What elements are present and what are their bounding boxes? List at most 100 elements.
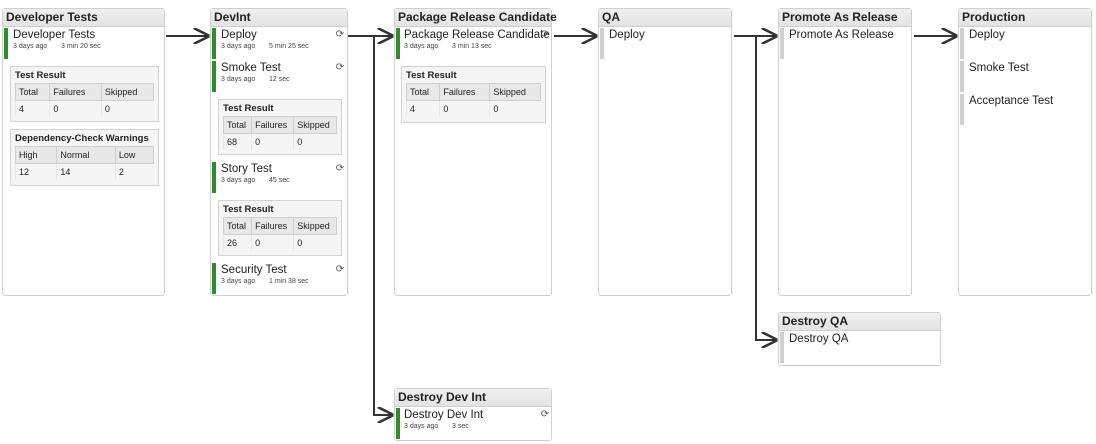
job-ago: 3 days ago xyxy=(13,43,48,50)
job-deploy[interactable]: Deploy xyxy=(600,28,730,59)
job-smoke-test[interactable]: Smoke Test 3 days ago 12 sec ⟳ xyxy=(212,61,346,92)
cell-skipped: 0 xyxy=(293,133,337,150)
job-name[interactable]: Developer Tests xyxy=(13,28,162,42)
stage-title: Destroy QA xyxy=(779,313,940,331)
rebuild-icon[interactable]: ⟳ xyxy=(335,30,345,40)
job-name[interactable]: Story Test xyxy=(221,162,346,176)
job-duration: 3 min 13 sec xyxy=(452,43,492,50)
job-destroy-qa[interactable]: Destroy QA xyxy=(780,332,938,363)
job-name[interactable]: Acceptance Test xyxy=(969,94,1090,108)
rebuild-icon[interactable]: ⟳ xyxy=(335,63,345,73)
job-name[interactable]: Deploy xyxy=(609,28,730,42)
test-result-table: Total Failures Skipped 400 xyxy=(405,83,541,117)
arrow-devint-to-destroy-devint xyxy=(373,36,392,415)
job-developer-tests[interactable]: Developer Tests 3 days ago 3 min 20 sec xyxy=(4,28,162,59)
col-header: Failures xyxy=(49,83,102,101)
job-duration: 45 sec xyxy=(269,177,290,184)
rebuild-icon[interactable]: ⟳ xyxy=(540,410,550,420)
cell-low: 2 xyxy=(114,163,154,180)
job-package-release-candidate[interactable]: Package Release Candidate 3 days ago 3 mi… xyxy=(396,28,550,59)
job-duration: 5 min 25 sec xyxy=(269,43,309,50)
job-name[interactable]: Destroy Dev Int xyxy=(404,408,550,422)
panel-title: Test Result xyxy=(223,103,274,114)
job-name[interactable]: Deploy xyxy=(221,28,346,42)
dependency-check-table: High Normal Low 12 14 2 xyxy=(14,146,155,180)
test-result-panel: Test Result Total Failures Skipped 26 0 0 xyxy=(218,200,342,256)
col-header: Skipped xyxy=(489,83,541,101)
job-name[interactable]: Package Release Candidate xyxy=(404,28,550,42)
cell-skipped: 0 xyxy=(489,100,541,117)
col-header: Total xyxy=(222,116,253,134)
arrow-qa-to-destroy-qa xyxy=(755,36,776,340)
col-header: Total xyxy=(405,83,441,101)
cell-normal: 14 xyxy=(56,163,116,180)
col-header: Low xyxy=(114,146,155,164)
test-result-table: Total Failures Skipped 68 0 0 xyxy=(222,116,337,150)
job-security-test[interactable]: Security Test 3 days ago 1 min 38 sec ⟳ xyxy=(212,263,346,294)
col-header: Failures xyxy=(251,217,295,235)
stage-destroy-qa: Destroy QA Destroy QA xyxy=(778,312,941,366)
job-name[interactable]: Smoke Test xyxy=(969,61,1090,75)
stage-package-release-candidate: Package Release Candidate Package Releas… xyxy=(394,8,557,296)
job-duration: 12 sec xyxy=(269,76,290,83)
job-deploy[interactable]: Deploy 3 days ago 5 min 25 sec ⟳ xyxy=(212,28,346,59)
col-header: Total xyxy=(222,217,253,235)
panel-title: Test Result xyxy=(223,204,274,215)
job-ago: 3 days ago xyxy=(404,43,439,50)
stage-production: Production Deploy Smoke Test Acceptance … xyxy=(958,8,1092,296)
stage-title: Destroy Dev Int xyxy=(395,389,551,407)
col-header: Total xyxy=(14,83,51,101)
cell-failures: 0 xyxy=(251,234,294,251)
col-header: Skipped xyxy=(100,83,155,101)
job-ago: 3 days ago xyxy=(221,43,256,50)
cell-failures: 0 xyxy=(251,133,294,150)
test-result-panel: Test Result Total Failures Skipped 68 0 0 xyxy=(218,99,342,155)
col-header: Skipped xyxy=(293,116,337,134)
test-result-panel: Test Result Total Failures Skipped 400 xyxy=(401,66,546,123)
job-name[interactable]: Smoke Test xyxy=(221,61,346,75)
job-promote-as-release[interactable]: Promote As Release xyxy=(780,28,910,59)
job-story-test[interactable]: Story Test 3 days ago 45 sec ⟳ xyxy=(212,162,346,193)
job-name[interactable]: Security Test xyxy=(221,263,346,277)
test-result-table: Total Failures Skipped 400 xyxy=(14,83,155,117)
dependency-check-panel: Dependency-Check Warnings High Normal Low … xyxy=(10,129,159,186)
cell-total: 68 xyxy=(222,133,252,150)
job-ago: 3 days ago xyxy=(404,423,439,430)
col-header: Skipped xyxy=(293,217,337,235)
job-duration: 1 min 38 sec xyxy=(269,278,309,285)
stage-developer-tests: Developer Tests Developer Tests 3 days a… xyxy=(2,8,165,296)
rebuild-icon[interactable]: ⟳ xyxy=(335,265,345,275)
cell-total: 4 xyxy=(14,100,50,117)
col-header: Failures xyxy=(439,83,491,101)
col-header: High xyxy=(14,146,58,164)
job-acceptance-test[interactable]: Acceptance Test xyxy=(960,94,1090,125)
cell-total: 26 xyxy=(222,234,252,251)
job-ago: 3 days ago xyxy=(221,76,256,83)
rebuild-icon[interactable]: ⟳ xyxy=(540,30,550,40)
job-name[interactable]: Deploy xyxy=(969,28,1090,42)
stage-title: DevInt xyxy=(211,9,347,27)
panel-title: Dependency-Check Warnings xyxy=(15,133,149,144)
stage-title: Production xyxy=(959,9,1091,27)
stage-qa: QA Deploy xyxy=(598,8,732,296)
col-header: Normal xyxy=(56,146,116,164)
job-duration: 3 sec xyxy=(452,423,469,430)
rebuild-icon[interactable]: ⟳ xyxy=(335,164,345,174)
test-result-panel: Test Result Total Failures Skipped 400 xyxy=(10,66,159,122)
job-deploy[interactable]: Deploy xyxy=(960,28,1090,59)
job-name[interactable]: Destroy QA xyxy=(789,332,938,346)
stage-title: Package Release Candidate xyxy=(395,9,557,27)
cell-failures: 0 xyxy=(49,100,102,117)
cell-skipped: 0 xyxy=(293,234,337,251)
job-smoke-test[interactable]: Smoke Test xyxy=(960,61,1090,92)
panel-title: Test Result xyxy=(406,70,457,81)
cell-total: 4 xyxy=(405,100,440,117)
job-duration: 3 min 20 sec xyxy=(61,43,101,50)
stage-devint: DevInt Deploy 3 days ago 5 min 25 sec ⟳ S… xyxy=(210,8,348,296)
stage-promote-as-release: Promote As Release Promote As Release xyxy=(778,8,912,296)
test-result-table: Total Failures Skipped 26 0 0 xyxy=(222,217,337,251)
job-name[interactable]: Promote As Release xyxy=(789,28,910,42)
panel-title: Test Result xyxy=(15,70,66,81)
job-destroy-dev-int[interactable]: Destroy Dev Int 3 days ago 3 sec ⟳ xyxy=(396,408,550,439)
stage-title: Developer Tests xyxy=(3,9,164,27)
